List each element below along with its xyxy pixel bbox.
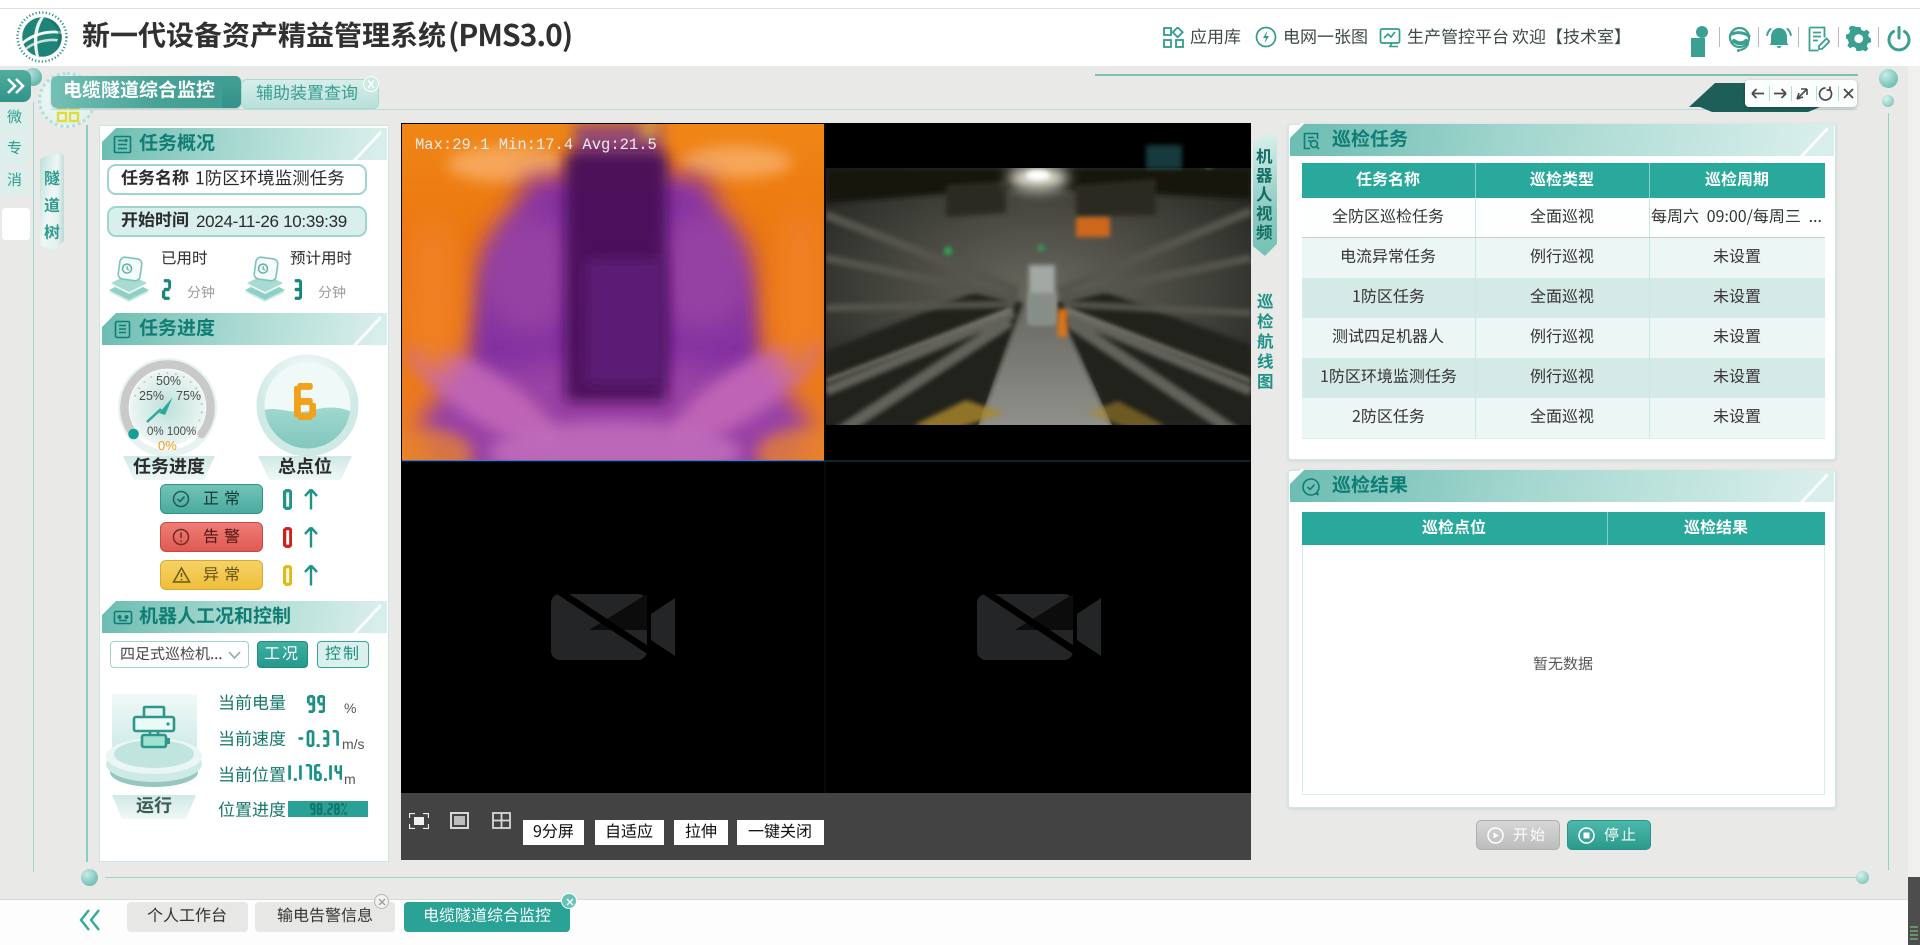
svg-text:Max:29.1 Min:17.4 Avg:21.5: Max:29.1 Min:17.4 Avg:21.5 (415, 136, 657, 154)
